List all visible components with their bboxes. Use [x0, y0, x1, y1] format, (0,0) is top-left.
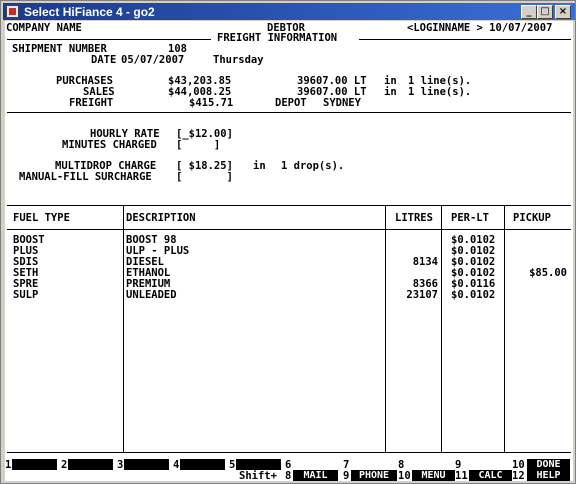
f3-number: 3 — [117, 459, 124, 471]
divider — [7, 452, 571, 453]
column-header-litres: LITRES — [395, 212, 433, 224]
date-value: 05/07/2007 — [121, 54, 185, 66]
maximize-button[interactable]: □ — [537, 5, 553, 19]
column-header-description: DESCRIPTION — [126, 212, 196, 224]
minimize-button[interactable]: _ — [521, 5, 537, 19]
column-header-pickup: PICKUP — [513, 212, 551, 224]
close-button[interactable]: × — [555, 5, 571, 19]
divider — [7, 112, 571, 113]
app-icon[interactable] — [6, 5, 19, 18]
section-title: FREIGHT INFORMATION — [217, 32, 338, 44]
date-label: DATE — [91, 54, 117, 66]
day-value: Thursday — [213, 54, 264, 66]
column-divider — [385, 206, 386, 452]
f3-label — [124, 459, 169, 470]
calc-label: CALC — [469, 470, 512, 481]
cell-pickup: $85.00 — [529, 267, 567, 279]
f1-label — [12, 459, 57, 470]
cell-litres: 23107 — [406, 289, 438, 301]
freight-label: FREIGHT — [69, 97, 114, 109]
cell-desc: UNLEADED — [126, 289, 177, 301]
column-divider — [504, 206, 505, 452]
depot-label: DEPOT — [275, 97, 307, 109]
f8-number: 8 — [285, 470, 292, 481]
minutes-charged-field[interactable]: [ ] — [176, 140, 220, 151]
column-divider — [441, 206, 442, 452]
login-date: <LOGINNAME > 10/07/2007 — [407, 22, 553, 34]
phone-label: PHONE — [351, 470, 397, 481]
f4-label — [180, 459, 225, 470]
column-divider — [123, 206, 124, 452]
sales-in: in — [384, 86, 397, 98]
f12-number: 12 — [512, 470, 525, 481]
minutes-charged-label: MINUTES CHARGED — [62, 139, 157, 151]
cell-litres: 8134 — [412, 256, 438, 268]
help-label: HELP — [527, 470, 570, 481]
f10-number: 10 — [398, 470, 411, 481]
depot-value: SYDNEY — [323, 97, 361, 109]
function-key-bar: 1 2 3 4 5 Shift+ 6 8 MAIL 7 9 PHONE 8 10… — [5, 458, 573, 481]
title-bar[interactable]: Select HiFiance 4 - go2 _ □ × — [3, 3, 575, 20]
manual-fill-field[interactable]: [ ] — [176, 172, 233, 183]
f11-number: 11 — [455, 470, 468, 481]
f9-number: 9 — [343, 470, 350, 481]
f2-label — [68, 459, 113, 470]
f4-number: 4 — [173, 459, 180, 471]
divider — [7, 229, 571, 230]
menu-label: MENU — [412, 470, 455, 481]
multidrop-in: in — [253, 160, 266, 172]
freight-value: $415.71 — [189, 97, 234, 109]
shift-label: Shift+ — [239, 470, 277, 481]
column-header-fuel-type: FUEL TYPE — [13, 212, 70, 224]
window-title: Select HiFiance 4 - go2 — [24, 5, 155, 19]
cell-per-lt: $0.0102 — [451, 289, 496, 301]
f1-number: 1 — [5, 459, 12, 471]
manual-fill-label: MANUAL-FILL SURCHARGE — [19, 171, 152, 183]
mail-label: MAIL — [293, 470, 338, 481]
terminal-screen: COMPANY NAME DEBTOR <LOGINNAME > 10/07/2… — [5, 21, 573, 481]
cell-fuel: SULP — [13, 289, 39, 301]
f5-label — [236, 459, 281, 470]
application-window: Select HiFiance 4 - go2 _ □ × COMPANY NA… — [0, 0, 576, 484]
company-name: COMPANY NAME — [6, 22, 82, 34]
sales-lines: 1 line(s). — [408, 86, 472, 98]
divider — [7, 39, 211, 40]
f5-number: 5 — [229, 459, 236, 471]
done-label: DONE — [527, 459, 570, 470]
multidrop-drops: 1 drop(s). — [281, 160, 345, 172]
divider — [7, 205, 571, 206]
f2-number: 2 — [61, 459, 68, 471]
column-header-per-lt: PER-LT — [451, 212, 489, 224]
divider — [359, 39, 571, 40]
